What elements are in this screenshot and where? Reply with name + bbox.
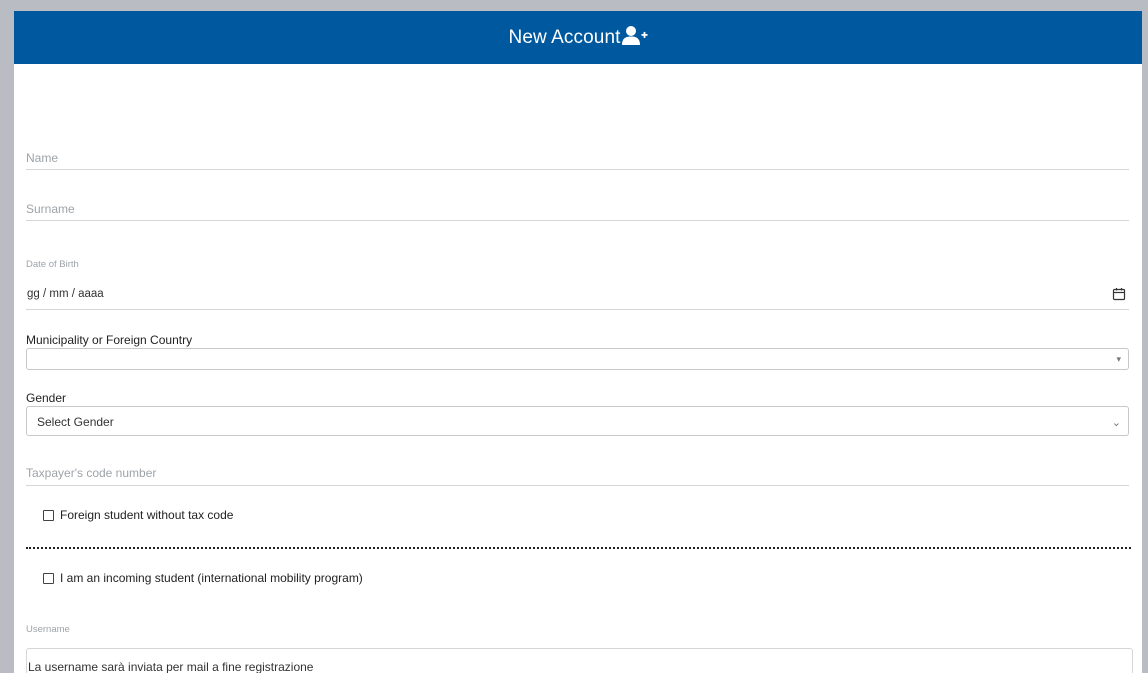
name-input[interactable]: Name (26, 151, 58, 165)
tax-code-underline (26, 485, 1129, 486)
gender-label: Gender (26, 391, 67, 405)
foreign-student-option[interactable]: Foreign student without tax code (43, 508, 233, 522)
form-header: New Account (14, 11, 1142, 64)
new-account-form: New Account Name Surname Date of Birth g… (14, 11, 1142, 673)
page-title: New Account (508, 26, 621, 48)
municipality-select[interactable]: ▾ (26, 348, 1129, 370)
chevron-down-icon: ⌄ (1111, 417, 1121, 429)
name-underline (26, 169, 1129, 170)
gender-value: Select Gender (37, 415, 114, 429)
calendar-icon[interactable] (1112, 287, 1126, 301)
municipality-label: Municipality or Foreign Country (26, 333, 193, 347)
incoming-student-checkbox[interactable] (43, 572, 54, 584)
gender-select[interactable]: Select Gender ⌄ (26, 406, 1129, 436)
add-user-icon (621, 25, 648, 47)
dob-label: Date of Birth (26, 259, 79, 270)
incoming-student-option[interactable]: I am an incoming student (international … (43, 571, 363, 585)
username-value: La username sarà inviata per mail a fine… (28, 660, 314, 673)
section-divider (26, 547, 1131, 549)
chevron-down-icon: ▾ (1116, 354, 1121, 364)
username-label: Username (26, 624, 70, 635)
username-field: La username sarà inviata per mail a fine… (26, 648, 1133, 673)
dob-underline (26, 309, 1129, 310)
surname-input[interactable]: Surname (26, 202, 75, 216)
dob-input[interactable]: gg / mm / aaaa (27, 288, 104, 300)
foreign-student-checkbox[interactable] (43, 509, 54, 521)
incoming-student-label: I am an incoming student (international … (60, 571, 363, 585)
tax-code-input[interactable]: Taxpayer's code number (26, 466, 156, 480)
surname-underline (26, 220, 1129, 221)
foreign-student-label: Foreign student without tax code (60, 508, 234, 522)
